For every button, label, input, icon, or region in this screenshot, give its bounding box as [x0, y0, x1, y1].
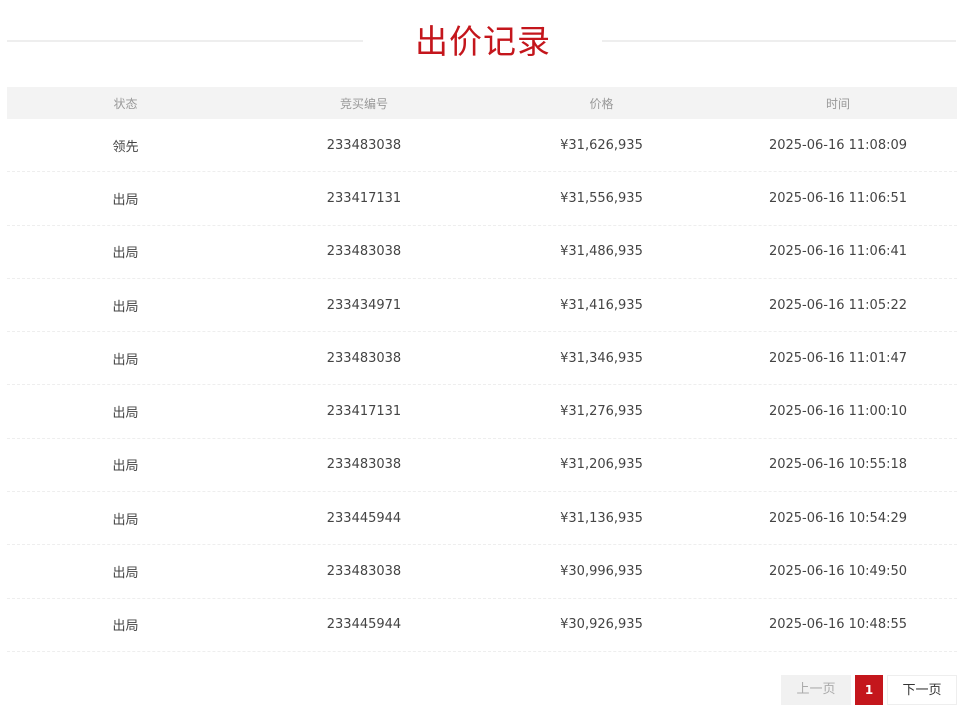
header-time: 时间	[825, 96, 850, 111]
cell-bid-no: 233483038	[326, 244, 402, 260]
cell-status: 出局	[112, 406, 139, 422]
table-row: 领先 233483038 ¥31,626,935 2025-06-16 11:08:0…	[7, 119, 957, 173]
cell-time: 2025-06-16 11:06:51	[768, 190, 908, 206]
cell-bid-no: 233483038	[326, 564, 402, 580]
cell-time: 2025-06-16 11:06:41	[768, 244, 908, 260]
cell-bid-no: 233417131	[326, 404, 402, 420]
header-bid-no: 竞买编号	[339, 96, 388, 111]
table-row: 出局 233483038 ¥30,996,935 2025-06-16 10:49:5…	[7, 545, 957, 599]
page-number-button[interactable]: 1	[855, 675, 883, 705]
cell-status: 出局	[112, 459, 139, 475]
table-header: 状态 竞买编号 价格 时间	[7, 87, 957, 119]
table-body: 领先 233483038 ¥31,626,935 2025-06-16 11:08:0…	[7, 119, 957, 652]
cell-price: ¥31,556,935	[560, 190, 643, 206]
bid-table: 状态 竞买编号 价格 时间 领先 233483038 ¥31,626,935 2025…	[7, 87, 957, 652]
cell-bid-no: 233483038	[326, 137, 402, 153]
table-row: 出局 233434971 ¥31,416,935 2025-06-16 11:05:2…	[7, 279, 957, 333]
table-row: 出局 233445944 ¥31,136,935 2025-06-16 10:54:2…	[7, 492, 957, 546]
cell-status: 出局	[112, 512, 139, 528]
cell-status: 出局	[112, 566, 139, 582]
title-divider-left	[7, 40, 363, 42]
cell-bid-no: 233483038	[326, 350, 402, 366]
cell-status: 出局	[112, 619, 139, 635]
cell-price: ¥30,996,935	[560, 564, 643, 580]
cell-price: ¥31,626,935	[560, 137, 643, 153]
header-price: 价格	[589, 96, 614, 111]
cell-status: 出局	[112, 299, 139, 315]
cell-price: ¥31,486,935	[560, 244, 643, 260]
cell-bid-no: 233434971	[326, 297, 402, 313]
cell-bid-no: 233483038	[326, 457, 402, 473]
cell-bid-no: 233445944	[326, 510, 402, 526]
cell-bid-no: 233417131	[326, 190, 402, 206]
cell-price: ¥31,276,935	[560, 404, 643, 420]
cell-price: ¥30,926,935	[560, 617, 643, 633]
table-row: 出局 233445944 ¥30,926,935 2025-06-16 10:48:5…	[7, 599, 957, 652]
cell-price: ¥31,416,935	[560, 297, 643, 313]
cell-time: 2025-06-16 10:54:29	[768, 510, 908, 526]
cell-price: ¥31,136,935	[560, 510, 643, 526]
cell-price: ¥31,206,935	[560, 457, 643, 473]
cell-bid-no: 233445944	[326, 617, 402, 633]
pagination: 上一页 1 下一页	[781, 675, 957, 705]
cell-time: 2025-06-16 10:48:55	[768, 617, 908, 633]
table-row: 出局 233417131 ¥31,276,935 2025-06-16 11:00:1…	[7, 385, 957, 439]
cell-status: 出局	[112, 246, 139, 262]
cell-time: 2025-06-16 11:00:10	[768, 404, 908, 420]
cell-time: 2025-06-16 11:05:22	[768, 297, 908, 313]
table-row: 出局 233483038 ¥31,346,935 2025-06-16 11:01:4…	[7, 332, 957, 386]
cell-status: 出局	[112, 352, 139, 368]
header-status: 状态	[113, 96, 138, 111]
cell-time: 2025-06-16 11:01:47	[768, 350, 908, 366]
table-row: 出局 233483038 ¥31,206,935 2025-06-16 10:55:1…	[7, 439, 957, 493]
cell-time: 2025-06-16 10:55:18	[768, 457, 908, 473]
cell-status: 出局	[112, 192, 139, 208]
cell-status: 领先	[112, 139, 139, 155]
table-row: 出局 233483038 ¥31,486,935 2025-06-16 11:06:4…	[7, 226, 957, 279]
table-row: 出局 233417131 ¥31,556,935 2025-06-16 11:06:5…	[7, 172, 957, 226]
page-title: 出价记录	[415, 22, 551, 61]
bid-record-page: 出价记录 状态 竞买编号 价格 时间 领先 233483038 ¥31,626,93…	[0, 0, 960, 707]
cell-time: 2025-06-16 11:08:09	[768, 137, 908, 153]
title-divider-right	[602, 40, 956, 42]
title-row: 出价记录	[0, 18, 960, 66]
prev-page-button[interactable]: 上一页	[781, 675, 851, 705]
next-page-button[interactable]: 下一页	[887, 675, 957, 705]
cell-price: ¥31,346,935	[560, 350, 643, 366]
cell-time: 2025-06-16 10:49:50	[768, 564, 908, 580]
